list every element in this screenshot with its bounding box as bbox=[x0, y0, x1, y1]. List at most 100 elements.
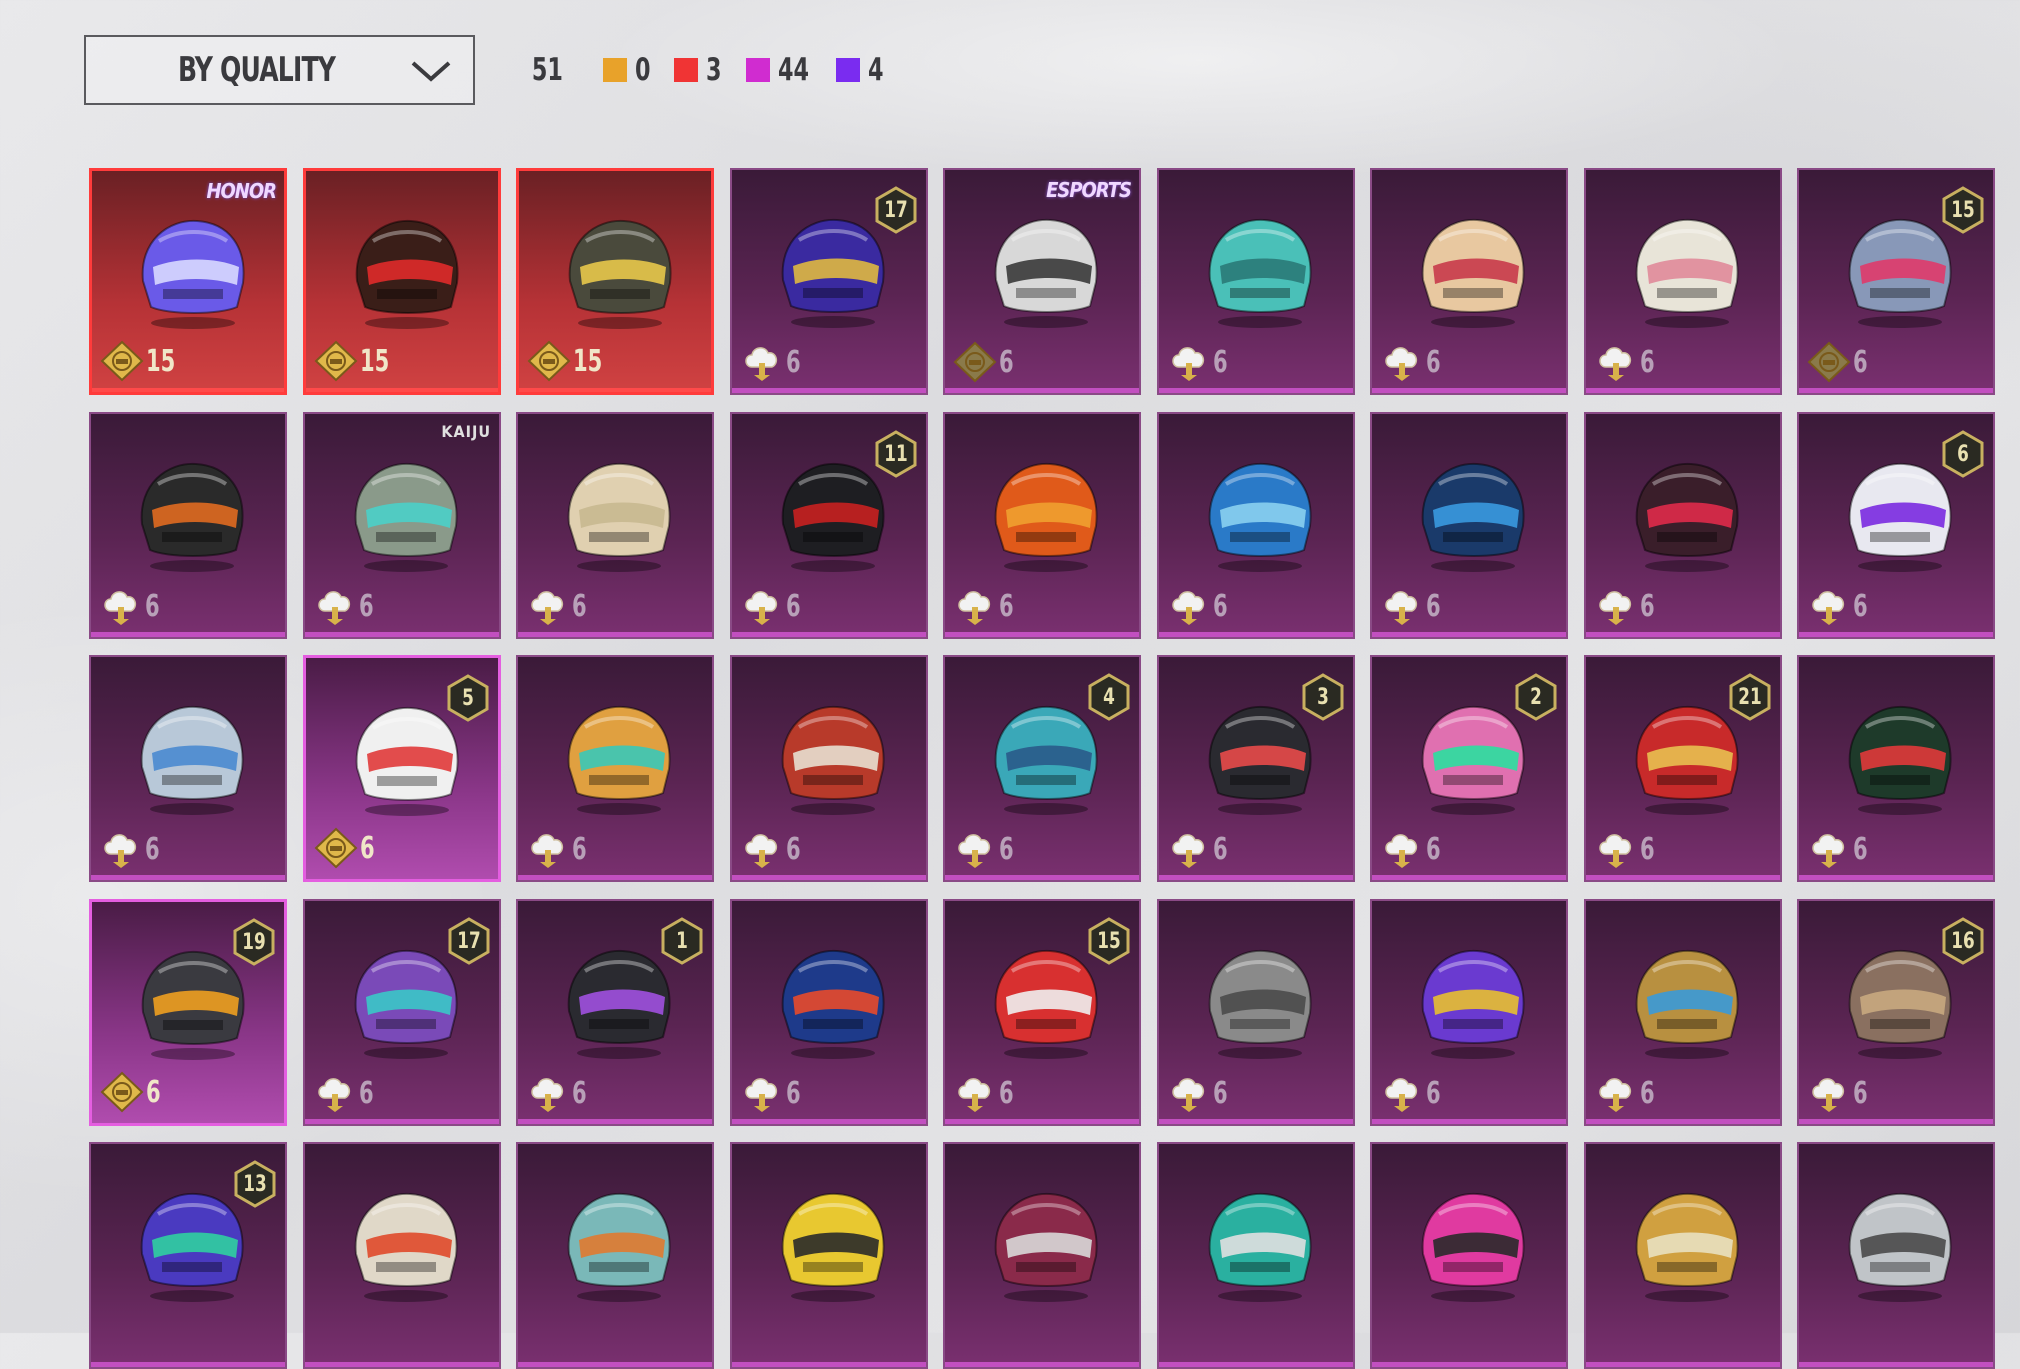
price-value: 6 bbox=[786, 344, 801, 380]
helmet-card[interactable]: 21 6 bbox=[1584, 655, 1782, 882]
sort-dropdown[interactable]: BY QUALITY bbox=[84, 35, 475, 105]
ag-currency-icon bbox=[1599, 591, 1632, 625]
price-tag: 15 bbox=[314, 340, 398, 382]
helmet-card[interactable] bbox=[943, 1142, 1141, 1369]
price-tag: 6 bbox=[740, 828, 805, 870]
level-badge-value: 5 bbox=[462, 685, 474, 711]
level-badge-value: 4 bbox=[1103, 684, 1115, 710]
helmet-card[interactable]: KAIJU 6 bbox=[303, 412, 501, 639]
helmet-card[interactable]: ESPORTS 6 bbox=[943, 168, 1141, 395]
ag-currency-icon bbox=[745, 591, 778, 625]
helmet-icon bbox=[1208, 218, 1312, 328]
helmet-card[interactable]: 6 bbox=[943, 412, 1141, 639]
level-badge: 17 bbox=[874, 186, 918, 234]
helmet-card[interactable]: 6 bbox=[1584, 168, 1782, 395]
price-tag: 6 bbox=[526, 585, 591, 627]
level-badge-value: 11 bbox=[884, 441, 908, 467]
helmet-card[interactable]: 11 6 bbox=[730, 412, 928, 639]
price-tag: 6 bbox=[1594, 1072, 1659, 1114]
helmet-card[interactable] bbox=[1157, 1142, 1355, 1369]
ag-currency-icon bbox=[531, 1078, 564, 1112]
helmet-card[interactable] bbox=[303, 1142, 501, 1369]
rarity-count-value: 0 bbox=[634, 52, 651, 88]
price-value: 6 bbox=[1213, 1075, 1228, 1111]
ag-currency-icon bbox=[958, 1078, 991, 1112]
ag-currency-icon bbox=[1812, 1078, 1845, 1112]
helmet-card[interactable]: 16 6 bbox=[1797, 899, 1995, 1126]
helmet-card[interactable]: 13 bbox=[89, 1142, 287, 1369]
helmet-card[interactable]: 6 6 bbox=[1797, 412, 1995, 639]
level-badge: 5 bbox=[446, 674, 490, 722]
helmet-icon bbox=[1848, 705, 1952, 815]
helmet-card[interactable]: 6 bbox=[1157, 412, 1355, 639]
helmet-card[interactable]: 15 6 bbox=[1797, 168, 1995, 395]
helmet-card[interactable]: 17 6 bbox=[730, 168, 928, 395]
helmet-icon bbox=[1635, 949, 1739, 1059]
helmet-card[interactable]: 6 bbox=[1370, 168, 1568, 395]
price-tag: 6 bbox=[1807, 341, 1872, 383]
helmet-card[interactable] bbox=[1584, 1142, 1782, 1369]
helmet-card[interactable]: 6 bbox=[89, 412, 287, 639]
helmet-card[interactable]: 2 6 bbox=[1370, 655, 1568, 882]
helmet-icon bbox=[1848, 1192, 1952, 1302]
helmet-card[interactable]: 6 bbox=[1584, 412, 1782, 639]
helmet-icon bbox=[354, 462, 458, 572]
gold-currency-icon bbox=[314, 827, 358, 869]
helmet-card[interactable] bbox=[516, 1142, 714, 1369]
price-tag: 6 bbox=[740, 585, 805, 627]
helmet-card[interactable]: 4 6 bbox=[943, 655, 1141, 882]
price-tag: 6 bbox=[1594, 585, 1659, 627]
price-tag: 6 bbox=[313, 1072, 378, 1114]
helmet-card[interactable]: 6 bbox=[1370, 899, 1568, 1126]
price-value: 6 bbox=[1853, 588, 1868, 624]
gold-currency-icon bbox=[527, 340, 571, 382]
helmet-card[interactable]: 1 6 bbox=[516, 899, 714, 1126]
helmet-card[interactable]: 3 6 bbox=[1157, 655, 1355, 882]
helmet-card[interactable]: 15 6 bbox=[943, 899, 1141, 1126]
helmet-icon bbox=[1421, 462, 1525, 572]
brand-logo: HONOR bbox=[206, 179, 277, 203]
price-tag: 6 bbox=[1380, 341, 1445, 383]
ag-currency-icon bbox=[1812, 591, 1845, 625]
helmet-card[interactable]: 15 bbox=[516, 168, 714, 395]
helmet-card[interactable]: 6 bbox=[1797, 655, 1995, 882]
helmet-card[interactable] bbox=[1797, 1142, 1995, 1369]
helmet-icon bbox=[781, 705, 885, 815]
helmet-card[interactable]: 6 bbox=[1157, 899, 1355, 1126]
price-tag: 6 bbox=[1807, 828, 1872, 870]
helmet-card[interactable] bbox=[730, 1142, 928, 1369]
price-tag: 6 bbox=[99, 585, 164, 627]
helmet-card[interactable]: 19 6 bbox=[89, 899, 287, 1126]
price-tag: 6 bbox=[1167, 341, 1232, 383]
price-value: 6 bbox=[1640, 344, 1655, 380]
helmet-card[interactable]: 6 bbox=[1584, 899, 1782, 1126]
price-value: 6 bbox=[1213, 344, 1228, 380]
ag-currency-icon bbox=[1172, 1078, 1205, 1112]
helmet-card[interactable]: 6 bbox=[1157, 168, 1355, 395]
ag-currency-icon bbox=[1172, 591, 1205, 625]
helmet-card[interactable]: 17 6 bbox=[303, 899, 501, 1126]
level-badge: 1 bbox=[660, 917, 704, 965]
helmet-card[interactable]: 15 bbox=[303, 168, 501, 395]
level-badge: 15 bbox=[1941, 186, 1985, 234]
helmet-card[interactable]: 6 bbox=[730, 899, 928, 1126]
level-badge-value: 2 bbox=[1530, 684, 1542, 710]
helmet-card[interactable]: 6 bbox=[89, 655, 287, 882]
price-value: 6 bbox=[786, 831, 801, 867]
helmet-card[interactable]: 6 bbox=[730, 655, 928, 882]
helmet-icon bbox=[1635, 1192, 1739, 1302]
helmet-icon bbox=[1208, 1192, 1312, 1302]
helmet-card[interactable] bbox=[1370, 1142, 1568, 1369]
level-badge-value: 15 bbox=[1951, 197, 1975, 223]
price-value: 6 bbox=[999, 588, 1014, 624]
helmet-card[interactable]: 5 6 bbox=[303, 655, 501, 882]
level-badge: 11 bbox=[874, 430, 918, 478]
level-badge: 3 bbox=[1301, 673, 1345, 721]
helmet-card[interactable]: 6 bbox=[516, 655, 714, 882]
helmet-card[interactable]: HONOR 15 bbox=[89, 168, 287, 395]
helmet-card[interactable]: 6 bbox=[1370, 412, 1568, 639]
price-value: 6 bbox=[999, 831, 1014, 867]
helmet-card[interactable]: 6 bbox=[516, 412, 714, 639]
price-value: 6 bbox=[145, 588, 160, 624]
price-value: 6 bbox=[1426, 588, 1441, 624]
